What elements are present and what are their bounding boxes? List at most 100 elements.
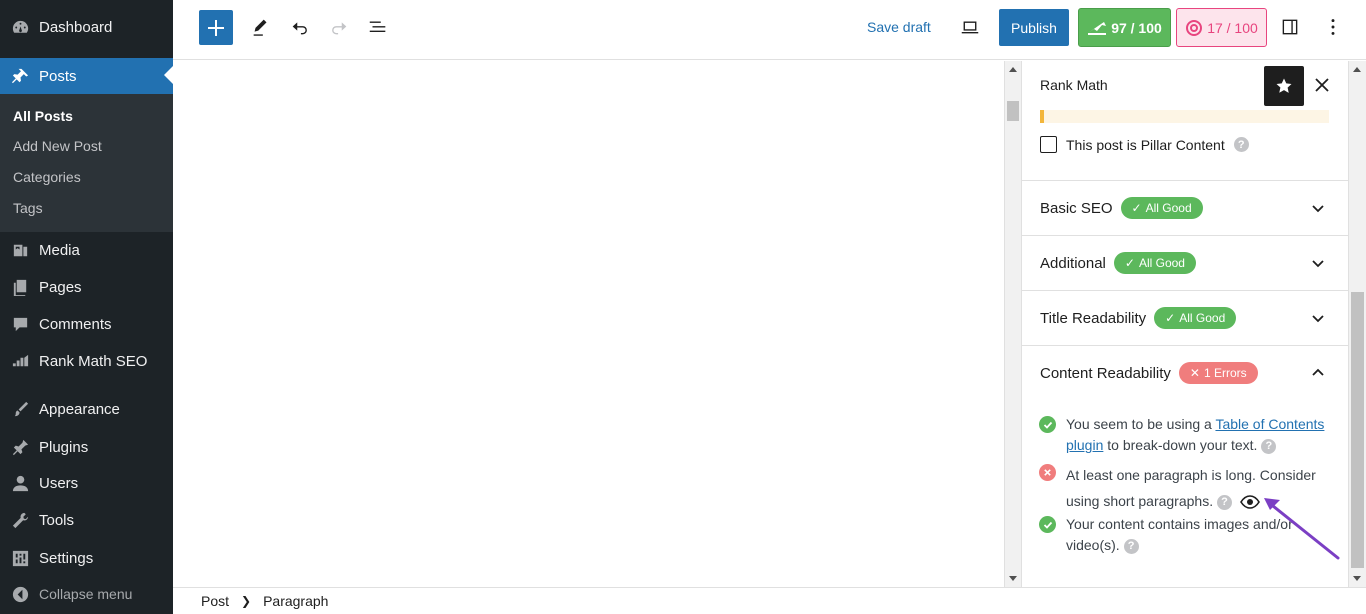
rank-math-logo-icon [1088,21,1107,35]
badge-text: All Good [1145,201,1192,215]
error-cross-icon [1039,464,1056,481]
success-check-icon [1039,416,1056,433]
seo-score-value: 97 / 100 [1111,19,1162,36]
section-content-readability[interactable]: Content Readability ✕ 1 Errors [1022,345,1348,400]
breadcrumb-paragraph[interactable]: Paragraph [263,593,328,609]
sidebar-item-label: Pages [39,278,82,296]
sidebar-item-appearance[interactable]: Appearance [0,391,173,427]
rank-math-icon [10,351,30,371]
content-ai-icon [1186,19,1203,36]
chevron-down-icon [1312,260,1324,268]
scroll-down-arrow-icon[interactable] [1009,576,1017,581]
chevron-down-icon [1312,315,1324,323]
list-view-icon [369,21,386,33]
pillar-content-option[interactable]: This post is Pillar Content ? [1040,136,1249,153]
close-panel-button[interactable] [1310,73,1334,97]
section-label: Title Readability [1040,309,1147,327]
sidebar-item-posts[interactable]: Posts [0,58,173,94]
sidebar-item-label: Comments [39,315,112,333]
sidebar-item-rank-math-seo[interactable]: Rank Math SEO [0,343,173,379]
status-badge: ✓ All Good [1113,252,1196,274]
check-text-suffix: to break-down your text. [1103,437,1258,453]
settings-icon [10,548,30,568]
document-overview-button[interactable] [365,14,391,40]
help-icon[interactable]: ? [1233,137,1249,152]
sidebar-item-label: Rank Math SEO [39,352,148,370]
submenu-tags[interactable]: Tags [13,200,43,216]
section-label: Content Readability [1040,364,1171,382]
eye-icon[interactable] [1239,495,1260,510]
panel-title: Rank Math [1040,77,1108,93]
publish-button[interactable]: Publish [999,9,1069,46]
preview-button[interactable] [957,14,983,40]
help-icon[interactable]: ? [1216,494,1232,510]
admin-sidebar: Dashboard Posts All Posts Add New Post C… [0,0,173,614]
editor-canvas[interactable] [173,61,1005,587]
chevron-right-icon: ❯ [241,594,252,608]
scroll-up-arrow-icon[interactable] [1353,67,1361,72]
sidebar-item-plugins[interactable]: Plugins [0,429,173,465]
sidebar-item-comments[interactable]: Comments [0,306,173,342]
section-label: Additional [1040,254,1106,272]
panel-scrollbar[interactable] [1348,61,1366,587]
add-block-button[interactable] [199,10,233,45]
undo-icon [292,22,307,35]
check-mark-icon: ✓ [1124,256,1135,270]
submenu-add-new-post[interactable]: Add New Post [13,138,102,154]
submenu-all-posts[interactable]: All Posts [13,108,73,124]
tools-pencil-button[interactable] [248,14,274,40]
check-text: Your content contains images and/or vide… [1066,514,1338,556]
help-icon[interactable]: ? [1261,438,1277,454]
section-title-readability[interactable]: Title Readability ✓ All Good [1022,290,1348,345]
sidebar-item-label: Dashboard [39,18,113,36]
redo-icon [332,22,347,35]
sidebar-item-settings[interactable]: Settings [0,540,173,576]
save-draft-button[interactable]: Save draft [867,19,931,35]
wrench-icon [10,510,30,530]
content-ai-score-button[interactable]: 17 / 100 [1176,8,1267,47]
sidebar-item-tools[interactable]: Tools [0,502,173,538]
canvas-scrollbar[interactable] [1004,61,1021,587]
sidebar-item-pages[interactable]: Pages [0,269,173,305]
undo-button[interactable] [287,14,313,40]
pages-icon [10,277,30,297]
pin-panel-button[interactable] [1264,66,1304,106]
breadcrumb-post[interactable]: Post [201,593,229,609]
rank-math-panel: Rank Math This post is Pillar Content ? … [1021,61,1348,587]
canvas-scroll-thumb[interactable] [1007,101,1019,121]
options-menu-button[interactable] [1320,14,1346,40]
error-badge: ✕ 1 Errors [1178,362,1258,384]
cross-mark-icon: ✕ [1189,366,1200,380]
sidebar-item-label: Tools [39,511,75,529]
sidebar-item-media[interactable]: Media [0,232,173,268]
sidebar-item-users[interactable]: Users [0,465,173,501]
sidebar-item-label: Posts [39,67,77,85]
collapse-menu-label: Collapse menu [39,586,133,602]
section-label: Basic SEO [1040,199,1113,217]
check-mark-icon: ✓ [1131,201,1142,215]
scroll-down-arrow-icon[interactable] [1353,576,1361,581]
desktop-preview-icon [961,21,979,34]
rank-math-seo-score-button[interactable]: 97 / 100 [1078,8,1171,47]
section-additional[interactable]: Additional ✓ All Good [1022,235,1348,290]
redo-button[interactable] [326,14,352,40]
star-icon [1276,78,1292,93]
sidebar-item-label: Settings [39,549,94,567]
panel-scroll-thumb[interactable] [1351,292,1364,568]
dashboard-icon [10,17,30,37]
help-icon[interactable]: ? [1123,538,1139,554]
comments-icon [10,314,30,334]
submenu-categories[interactable]: Categories [13,169,81,185]
sidebar-item-label: Appearance [39,400,120,418]
settings-sidebar-toggle[interactable] [1277,14,1303,40]
section-basic-seo[interactable]: Basic SEO ✓ All Good [1022,180,1348,235]
pencil-icon [253,19,267,36]
paintbrush-icon [10,399,30,419]
status-badge: ✓ All Good [1120,197,1203,219]
pillar-content-checkbox[interactable] [1040,136,1057,153]
collapse-menu-button[interactable]: Collapse menu [0,576,173,612]
sidebar-item-dashboard[interactable]: Dashboard [0,9,173,45]
content-score-value: 17 / 100 [1207,19,1258,36]
scroll-up-arrow-icon[interactable] [1009,67,1017,72]
check-text-body: Your content contains images and/or vide… [1066,516,1293,553]
